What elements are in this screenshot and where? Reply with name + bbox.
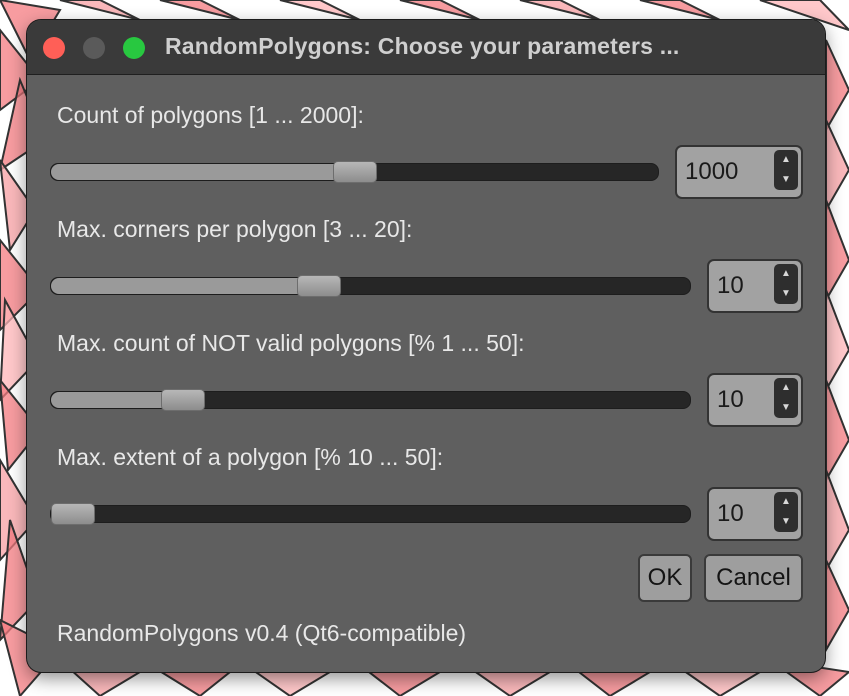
slider-fill <box>51 164 351 180</box>
spinbox-value[interactable]: 1000 <box>685 158 738 186</box>
polygon-count-label: Count of polygons [1 ... 2000]: <box>57 102 364 128</box>
slider-handle[interactable] <box>333 161 377 183</box>
minimize-button[interactable] <box>83 37 105 59</box>
spinbox-value[interactable]: 10 <box>717 500 744 528</box>
decrement-arrow-icon[interactable]: ▼ <box>774 398 798 418</box>
polygon-count-slider[interactable] <box>50 161 659 183</box>
max-corners-label: Max. corners per polygon [3 ... 20]: <box>57 216 413 242</box>
spinbox-value[interactable]: 10 <box>717 386 744 414</box>
decrement-arrow-icon[interactable]: ▼ <box>774 170 798 190</box>
max-corners-slider[interactable] <box>50 275 691 297</box>
increment-arrow-icon[interactable]: ▲ <box>774 492 798 512</box>
spinbox-stepper[interactable]: ▲ ▼ <box>774 378 798 418</box>
increment-arrow-icon[interactable]: ▲ <box>774 264 798 284</box>
version-label: RandomPolygons v0.4 (Qt6-compatible) <box>57 620 467 646</box>
cancel-button[interactable]: Cancel <box>704 554 803 602</box>
zoom-button[interactable] <box>123 37 145 59</box>
max-extent-slider[interactable] <box>50 503 691 525</box>
decrement-arrow-icon[interactable]: ▼ <box>774 512 798 532</box>
spinbox-stepper[interactable]: ▲ ▼ <box>774 264 798 304</box>
slider-fill <box>51 278 311 294</box>
close-button[interactable] <box>43 37 65 59</box>
slider-handle[interactable] <box>161 389 205 411</box>
max-extent-label: Max. extent of a polygon [% 10 ... 50]: <box>57 444 444 470</box>
invalid-polygons-spinbox[interactable]: 10 ▲ ▼ <box>707 373 803 427</box>
spinbox-value[interactable]: 10 <box>717 272 744 300</box>
title-bar: RandomPolygons: Choose your parameters .… <box>27 20 825 75</box>
invalid-polygons-label: Max. count of NOT valid polygons [% 1 ..… <box>57 330 525 356</box>
decrement-arrow-icon[interactable]: ▼ <box>774 284 798 304</box>
window-title: RandomPolygons: Choose your parameters .… <box>165 33 680 59</box>
increment-arrow-icon[interactable]: ▲ <box>774 150 798 170</box>
max-corners-spinbox[interactable]: 10 ▲ ▼ <box>707 259 803 313</box>
slider-fill <box>51 392 176 408</box>
spinbox-stepper[interactable]: ▲ ▼ <box>774 150 798 190</box>
increment-arrow-icon[interactable]: ▲ <box>774 378 798 398</box>
polygon-count-spinbox[interactable]: 1000 ▲ ▼ <box>675 145 803 199</box>
slider-handle[interactable] <box>51 503 95 525</box>
max-extent-spinbox[interactable]: 10 ▲ ▼ <box>707 487 803 541</box>
dialog-window: RandomPolygons: Choose your parameters .… <box>27 20 825 672</box>
spinbox-stepper[interactable]: ▲ ▼ <box>774 492 798 532</box>
invalid-polygons-slider[interactable] <box>50 389 691 411</box>
ok-button[interactable]: OK <box>638 554 692 602</box>
slider-handle[interactable] <box>297 275 341 297</box>
